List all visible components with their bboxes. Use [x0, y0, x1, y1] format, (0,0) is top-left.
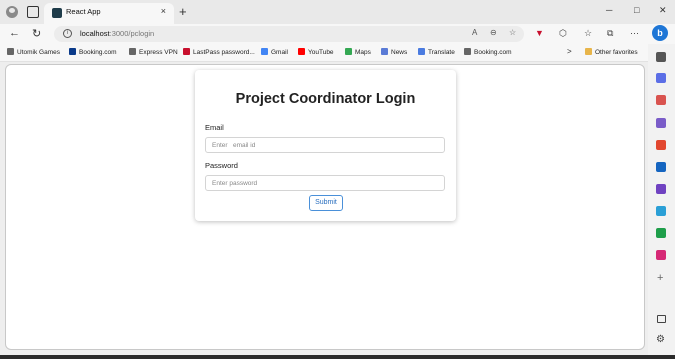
title-bar: React App × + ─ □ ✕	[0, 0, 675, 24]
more-bookmarks-chevron-icon[interactable]: >	[567, 47, 572, 56]
copilot-icon[interactable]: b	[652, 25, 668, 41]
minimize-button[interactable]: ─	[606, 5, 612, 15]
tab-react-app[interactable]: React App ×	[44, 3, 174, 24]
bookmark-utomik[interactable]: Utomik Games	[7, 48, 60, 56]
sidebar-tree-icon[interactable]	[656, 228, 666, 238]
navigation-bar: ← ↻ i localhost:3000/pclogin A ⊖ ☆ ▼ ⬡ ☆…	[0, 24, 675, 44]
taskbar-edge	[0, 355, 675, 359]
add-favorite-icon[interactable]: ☆	[509, 28, 516, 37]
refresh-button[interactable]: ↻	[32, 27, 41, 40]
password-input[interactable]	[205, 175, 445, 191]
page-icon	[129, 48, 136, 55]
bookmark-lastpass[interactable]: LastPass password...	[183, 48, 255, 56]
login-title: Project Coordinator Login	[235, 91, 416, 107]
bookmark-label: Utomik Games	[17, 49, 60, 56]
bookmark-label: Express VPN	[139, 49, 178, 56]
sidebar-tag-icon[interactable]	[656, 73, 666, 83]
folder-icon	[585, 48, 592, 55]
booking-icon	[69, 48, 76, 55]
password-label: Password	[205, 161, 238, 170]
bookmark-booking-2[interactable]: Booking.com	[464, 48, 512, 56]
translate-icon	[418, 48, 425, 55]
bookmark-maps[interactable]: Maps	[345, 48, 371, 56]
bookmark-label: News	[391, 49, 408, 56]
bookmark-label: Booking.com	[474, 49, 512, 56]
bookmark-news[interactable]: News	[381, 48, 407, 56]
sidebar-instagram-icon[interactable]	[656, 250, 666, 260]
react-favicon-icon	[52, 8, 62, 18]
sidebar-briefcase-icon[interactable]	[656, 95, 666, 105]
favorites-icon[interactable]: ☆	[584, 28, 592, 39]
bookmarks-bar: Utomik Games Booking.com Express VPN Las…	[0, 44, 675, 62]
sidebar-panel-icon[interactable]	[657, 315, 666, 323]
lastpass-extension-icon[interactable]: ▼	[535, 28, 544, 38]
bookmark-label: LastPass password...	[193, 49, 255, 56]
new-tab-button[interactable]: +	[179, 4, 187, 19]
bookmark-expressvpn[interactable]: Express VPN	[129, 48, 178, 56]
sidebar-shopping-icon[interactable]	[656, 206, 666, 216]
other-favorites-folder[interactable]: Other favorites	[585, 48, 638, 56]
tab-actions-icon[interactable]	[27, 6, 39, 18]
email-label: Email	[205, 123, 224, 132]
bookmark-label: YouTube	[308, 49, 334, 56]
bookmark-label: Maps	[355, 49, 371, 56]
url-host: localhost	[80, 29, 110, 38]
tab-title: React App	[66, 7, 101, 16]
maps-icon	[345, 48, 352, 55]
page-icon	[464, 48, 471, 55]
more-menu-icon[interactable]: ⋯	[630, 28, 639, 39]
news-icon	[381, 48, 388, 55]
sidebar-people-icon[interactable]	[656, 118, 666, 128]
email-input[interactable]	[205, 137, 445, 153]
extensions-icon[interactable]: ⬡	[559, 28, 567, 39]
read-aloud-icon[interactable]: A	[472, 28, 477, 37]
close-window-button[interactable]: ✕	[659, 5, 667, 16]
bookmark-label: Gmail	[271, 49, 288, 56]
bookmark-youtube[interactable]: YouTube	[298, 48, 334, 56]
lastpass-icon	[183, 48, 190, 55]
submit-button[interactable]: Submit	[309, 195, 343, 211]
settings-gear-icon[interactable]: ⚙	[656, 334, 665, 345]
sidebar-outlook-icon[interactable]	[656, 162, 666, 172]
bookmark-label: Booking.com	[79, 49, 117, 56]
page-icon	[7, 48, 14, 55]
login-card: Project Coordinator Login Email Password…	[195, 70, 456, 221]
profile-icon[interactable]	[6, 6, 18, 18]
collections-icon[interactable]: ⧉	[607, 28, 613, 39]
sidebar-designer-icon[interactable]	[656, 184, 666, 194]
edge-sidebar: + ⚙	[648, 44, 675, 359]
tab-close-icon[interactable]: ×	[161, 6, 166, 16]
bookmark-translate[interactable]: Translate	[418, 48, 455, 56]
zoom-icon[interactable]: ⊖	[490, 28, 497, 37]
youtube-icon	[298, 48, 305, 55]
maximize-button[interactable]: □	[634, 5, 639, 15]
url-text[interactable]: localhost:3000/pclogin	[80, 29, 154, 38]
bookmark-gmail[interactable]: Gmail	[261, 48, 288, 56]
site-info-icon[interactable]: i	[63, 29, 72, 38]
page-viewport: Project Coordinator Login Email Password…	[5, 64, 645, 350]
sidebar-add-icon[interactable]: +	[657, 272, 663, 284]
sidebar-search-icon[interactable]	[656, 52, 666, 62]
address-bar[interactable]: i localhost:3000/pclogin A ⊖ ☆	[54, 26, 524, 42]
bookmark-label: Translate	[428, 49, 455, 56]
back-button[interactable]: ←	[9, 27, 20, 39]
google-icon	[261, 48, 268, 55]
other-favorites-label: Other favorites	[595, 49, 638, 56]
sidebar-office-icon[interactable]	[656, 140, 666, 150]
bookmark-booking[interactable]: Booking.com	[69, 48, 117, 56]
url-path: :3000/pclogin	[109, 29, 155, 38]
